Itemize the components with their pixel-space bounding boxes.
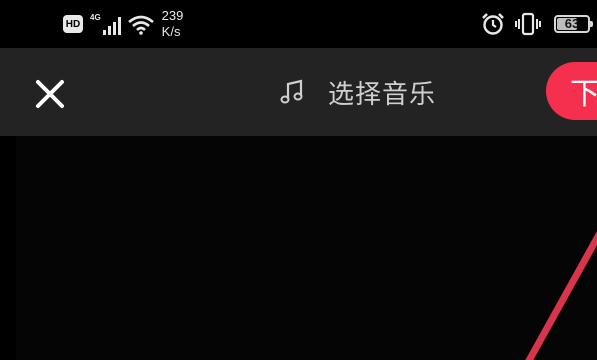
video-preview[interactable] xyxy=(16,136,597,360)
select-music-label: 选择音乐 xyxy=(328,78,437,109)
network-type-label: 4G xyxy=(90,12,101,22)
select-music-button[interactable]: 选择音乐 xyxy=(280,74,436,110)
battery-icon: 63 xyxy=(554,15,593,33)
music-note-icon xyxy=(280,79,303,104)
speed-unit: K/s xyxy=(161,24,181,39)
network-speed: 239 K/s xyxy=(162,8,184,40)
battery-nub xyxy=(590,21,593,27)
wifi-icon xyxy=(127,15,154,35)
editor-toolbar: 选择音乐 下 xyxy=(0,48,597,136)
vibrate-icon xyxy=(515,12,541,36)
close-icon[interactable] xyxy=(30,74,70,114)
alarm-icon xyxy=(482,13,504,35)
next-button[interactable]: 下 xyxy=(546,62,597,120)
hd-icon: HD xyxy=(63,15,83,33)
red-stroke-graphic xyxy=(525,230,597,360)
signal-icon xyxy=(102,17,123,35)
battery-level: 63 xyxy=(564,16,580,31)
status-bar: HD 4G 239 K/s 63 xyxy=(0,0,597,48)
speed-value: 239 xyxy=(161,8,184,23)
status-left: HD 4G 239 K/s xyxy=(63,8,183,40)
status-right: 63 xyxy=(480,10,593,38)
next-button-label: 下 xyxy=(570,78,597,111)
